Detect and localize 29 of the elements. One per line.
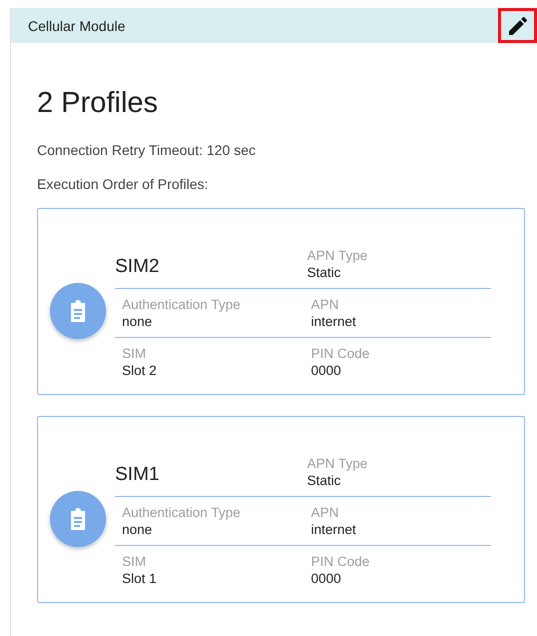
profile-name: SIM2 (115, 256, 160, 278)
field-label: APN (311, 504, 340, 521)
field-label: SIM (122, 553, 148, 570)
field-value: Static (307, 472, 342, 489)
field-value: Static (307, 264, 342, 281)
field-value: Slot 2 (122, 362, 158, 379)
field-label: PIN Code (311, 553, 371, 570)
field-value: 0000 (311, 570, 342, 587)
field-label: APN (311, 296, 340, 313)
field-value: Slot 1 (122, 570, 158, 587)
profile-name: SIM1 (115, 464, 160, 486)
field-value: internet (311, 521, 358, 538)
field-value: 0000 (311, 362, 342, 379)
field-label: Authentication Type (122, 504, 242, 521)
edit-button[interactable] (498, 8, 537, 43)
field-label: APN Type (307, 247, 369, 264)
field-value: none (122, 313, 154, 330)
profiles-heading: 2 Profiles (37, 86, 159, 120)
field-value: none (122, 521, 154, 538)
retry-timeout-text: Connection Retry Timeout: 120 sec (37, 142, 257, 159)
clipboard-icon (50, 491, 106, 547)
field-label: Authentication Type (122, 296, 242, 313)
field-label: SIM (122, 345, 148, 362)
field-label: PIN Code (311, 345, 371, 362)
clipboard-icon (50, 283, 106, 339)
execution-order-label: Execution Order of Profiles: (37, 176, 210, 193)
field-label: APN Type (307, 455, 369, 472)
panel-title: Cellular Module (28, 18, 126, 34)
field-value: internet (311, 313, 358, 330)
